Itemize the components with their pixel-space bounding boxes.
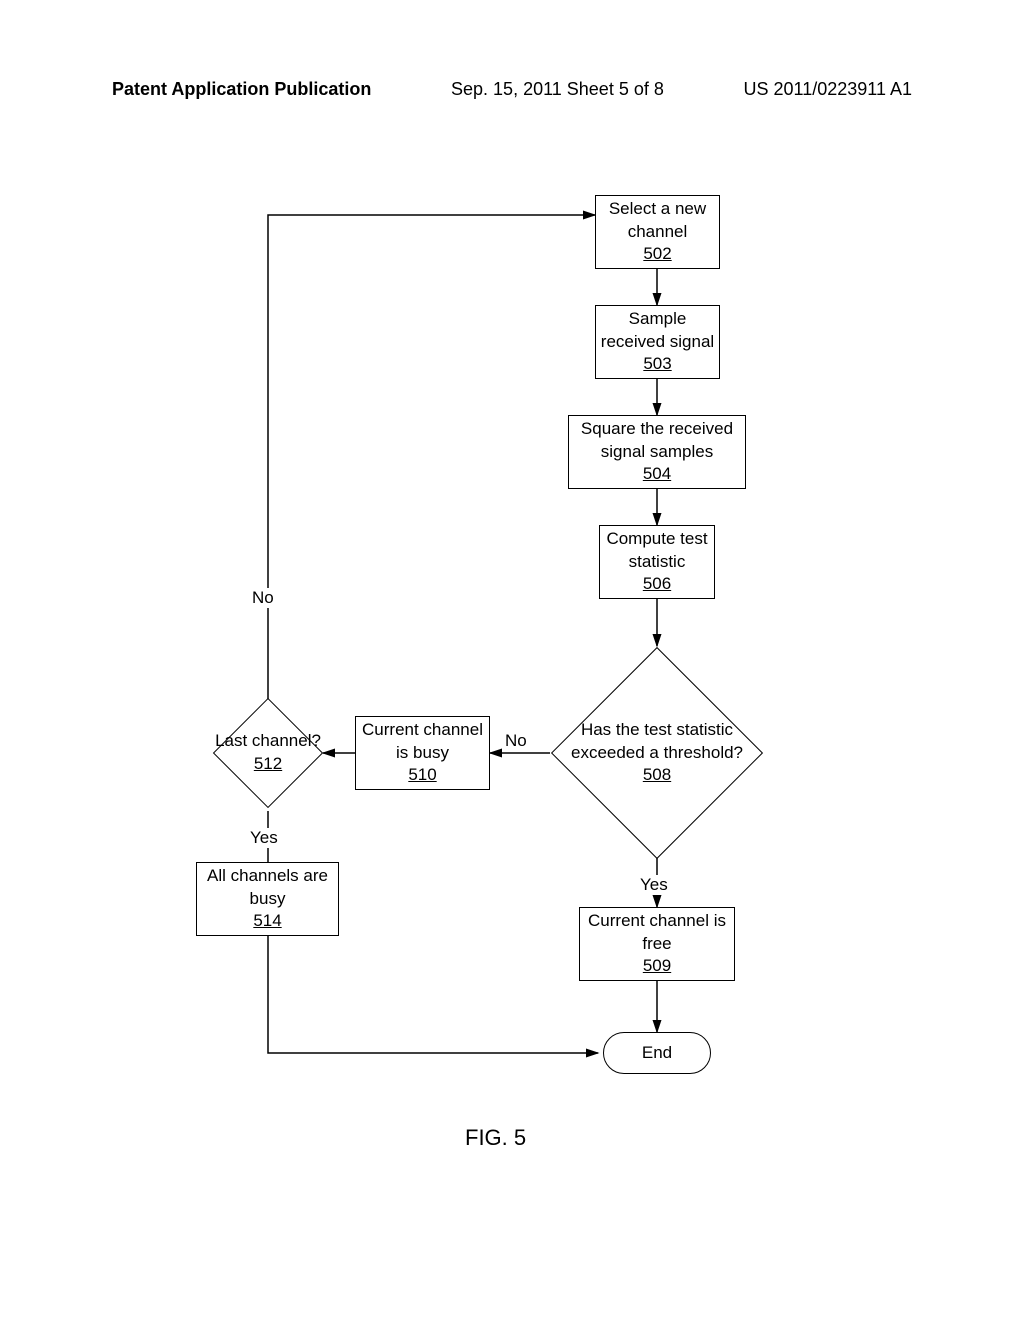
label-yes-508: Yes — [640, 875, 668, 895]
node-text: Has the test statistic exceeded a thresh… — [552, 719, 762, 765]
node-508: Has the test statistic exceeded a thresh… — [582, 678, 732, 828]
node-502: Select a new channel 502 — [595, 195, 720, 269]
label-no-512: No — [252, 588, 274, 608]
node-ref: 510 — [408, 764, 436, 787]
node-503: Sample received signal 503 — [595, 305, 720, 379]
node-514: All channels are busy 514 — [196, 862, 339, 936]
node-512: Last channel? 512 — [229, 714, 307, 792]
node-ref: 502 — [643, 243, 671, 266]
header-left: Patent Application Publication — [112, 79, 371, 100]
figure-label: FIG. 5 — [465, 1125, 526, 1151]
node-510: Current channel is busy 510 — [355, 716, 490, 790]
node-ref: 512 — [254, 753, 282, 776]
label-yes-512: Yes — [250, 828, 278, 848]
node-text: Select a new channel — [596, 198, 719, 244]
node-ref: 503 — [643, 353, 671, 376]
node-text: End — [642, 1043, 672, 1063]
node-ref: 509 — [643, 955, 671, 978]
flowchart-connectors — [180, 175, 880, 1175]
node-text: Current channel is free — [580, 910, 734, 956]
flowchart-diagram: Select a new channel 502 Sample received… — [180, 175, 880, 1175]
node-ref: 504 — [643, 463, 671, 486]
label-no-508: No — [505, 731, 527, 751]
node-text: Square the received signal samples — [569, 418, 745, 464]
node-ref: 506 — [643, 573, 671, 596]
node-504: Square the received signal samples 504 — [568, 415, 746, 489]
node-509: Current channel is free 509 — [579, 907, 735, 981]
node-text: Sample received signal — [596, 308, 719, 354]
node-ref: 508 — [643, 764, 671, 787]
node-text: All channels are busy — [197, 865, 338, 911]
page-header: Patent Application Publication Sep. 15, … — [112, 79, 912, 100]
node-text: Compute test statistic — [600, 528, 714, 574]
node-ref: 514 — [253, 910, 281, 933]
node-text: Last channel? — [215, 730, 321, 753]
node-end: End — [603, 1032, 711, 1074]
node-506: Compute test statistic 506 — [599, 525, 715, 599]
header-center: Sep. 15, 2011 Sheet 5 of 8 — [451, 79, 664, 100]
node-text: Current channel is busy — [356, 719, 489, 765]
header-right: US 2011/0223911 A1 — [744, 79, 912, 100]
